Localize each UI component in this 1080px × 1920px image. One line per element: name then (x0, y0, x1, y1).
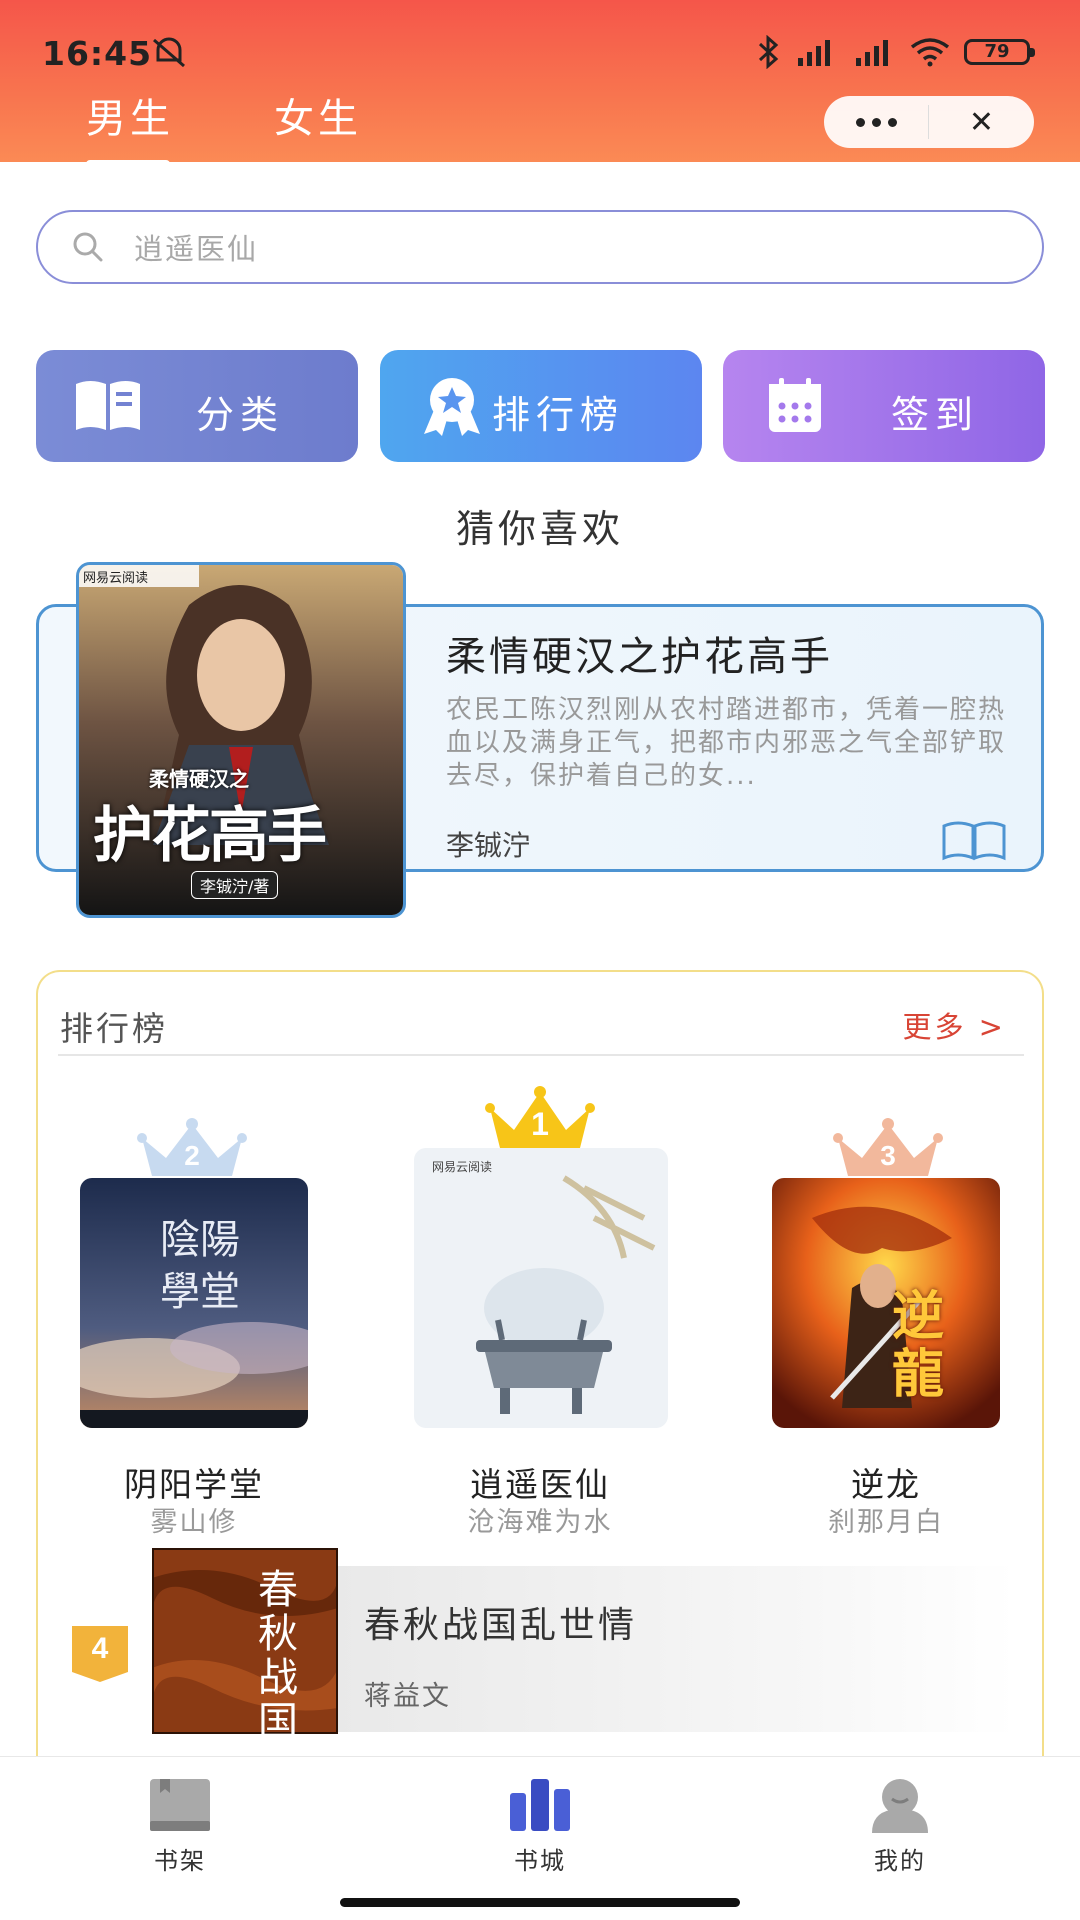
rank-4-cover-text: 春秋战国 (258, 1567, 298, 1734)
cover-publisher: 网易云阅读 (83, 571, 149, 586)
signal-2-icon (856, 40, 888, 66)
rank-number-1: 1 (531, 1106, 549, 1142)
rank-1-cover-art (414, 1148, 668, 1428)
read-book-icon[interactable] (940, 820, 1008, 862)
rank-3-cover[interactable]: 逆龍 (772, 1178, 1000, 1428)
status-icons: 79 (756, 34, 1035, 70)
rank-1-cover-text: 网易云阅读 (432, 1160, 493, 1174)
rank-3-cover-text: 逆龍 (892, 1287, 945, 1405)
nav-profile[interactable]: 我的 (820, 1775, 980, 1876)
tab-female[interactable]: 女生 (274, 86, 362, 168)
rank-number-3: 3 (880, 1140, 896, 1171)
checkin-button[interactable]: 签到 (723, 350, 1045, 462)
wifi-icon (910, 38, 950, 67)
recommend-book-description: 农民工陈汉烈刚从农村踏进都市，凭着一腔热血以及满身正气，把都市内邪恶之气全部铲取… (446, 695, 1006, 791)
cover-big-title: 护花高手 (93, 801, 327, 871)
search-icon (73, 232, 103, 262)
nav-bookshelf-label: 书架 (154, 1847, 206, 1875)
bluetooth-icon (758, 35, 779, 69)
book-open-icon (76, 381, 140, 430)
award-ribbon-icon (424, 378, 480, 436)
rank-2-name[interactable]: 阴阳学堂 (44, 1458, 344, 1506)
nav-bookstore-label: 书城 (514, 1847, 566, 1875)
nav-bookstore[interactable]: 书城 (460, 1775, 620, 1876)
header: 16:45 79 男生 女生 ✕ (0, 0, 1080, 168)
rank-4-title[interactable]: 春秋战国乱世情 (364, 1596, 637, 1648)
rank-1-name[interactable]: 逍遥医仙 (390, 1458, 690, 1506)
rank-3-author: 刹那月白 (828, 1507, 944, 1538)
rank-2-cover-text: 陰陽學堂 (160, 1217, 240, 1315)
more-icon[interactable] (824, 96, 928, 148)
ranking-divider (58, 1054, 1024, 1056)
recommend-book-cover[interactable]: 网易云阅读 柔情硬汉之 护花高手 李铖泞/著 (76, 562, 406, 918)
signal-1-icon (798, 40, 830, 66)
ranking-title: 排行榜 (60, 1009, 168, 1048)
bookstore-icon (510, 1779, 570, 1831)
battery-indicator: 79 (964, 39, 1035, 65)
status-time: 16:45 (42, 34, 153, 73)
nav-profile-label: 我的 (874, 1847, 926, 1875)
rank-3-cover-art (772, 1178, 1000, 1428)
bottom-nav: 书架 书城 我的 (0, 1756, 1080, 1920)
recommend-book-title[interactable]: 柔情硬汉之护花高手 (446, 624, 833, 682)
rank-4-author: 蒋益文 (364, 1681, 451, 1712)
status-bar: 16:45 79 (0, 0, 1080, 100)
rank-number-4: 4 (91, 1632, 109, 1665)
mini-program-capsule: ✕ (824, 96, 1034, 148)
cover-author-tag: 李铖泞/著 (191, 871, 279, 899)
rank-1-author: 沧海难为水 (467, 1507, 613, 1538)
profile-icon (872, 1779, 928, 1833)
rank-2-author: 雾山修 (150, 1507, 238, 1538)
category-button[interactable]: 分类 (36, 350, 358, 462)
ranking-button[interactable]: 排行榜 (380, 350, 702, 462)
calendar-icon (769, 378, 821, 432)
tab-male[interactable]: 男生 (86, 86, 174, 168)
search-placeholder: 逍遥医仙 (134, 232, 259, 266)
home-indicator[interactable] (340, 1898, 740, 1907)
guess-you-like-title: 猜你喜欢 (455, 507, 624, 551)
bookshelf-icon (150, 1779, 210, 1831)
rank-1-cover[interactable]: 网易云阅读 (414, 1148, 668, 1428)
rank-3-name[interactable]: 逆龙 (736, 1458, 1036, 1506)
recommend-book-author: 李铖泞 (446, 829, 531, 862)
ranking-more-link[interactable]: 更多 > (902, 1004, 1006, 1046)
close-icon[interactable]: ✕ (929, 96, 1034, 148)
gender-tabs: 男生 女生 (86, 86, 362, 168)
checkin-label: 签到 (891, 393, 980, 437)
category-label: 分类 (196, 393, 285, 437)
rank-4-cover[interactable]: 春秋战国 (152, 1548, 338, 1734)
rank-2-cover[interactable]: 陰陽學堂 (80, 1178, 308, 1428)
mute-notification-icon (153, 37, 185, 68)
nav-bookshelf[interactable]: 书架 (100, 1775, 260, 1876)
rank-number-2: 2 (184, 1140, 200, 1171)
search-input[interactable]: 逍遥医仙 (36, 210, 1044, 284)
ranking-label: 排行榜 (492, 393, 625, 437)
